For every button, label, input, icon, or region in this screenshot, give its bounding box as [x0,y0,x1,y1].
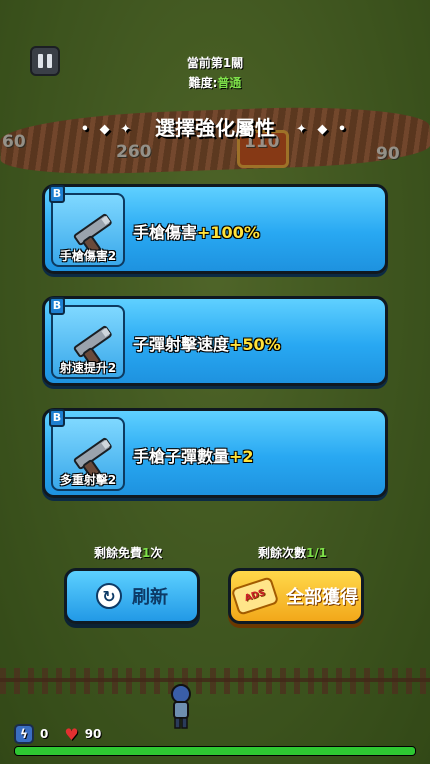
hero-character [171,684,191,729]
ads-ticket-icon: ADS [230,576,280,616]
free-refresh-prefix: 剩餘免費 [94,546,143,560]
grade-badge: B [49,409,65,427]
get-all-button-label: 全部獲得 [286,587,358,608]
difficulty-label: 難度: [188,76,218,90]
card-title: 手槍傷害+100% [133,219,260,243]
free-refresh-counter: 剩餘免費1次 [94,544,162,561]
card-title: 手槍子彈數量+2 [133,443,254,467]
hp-bar [14,746,416,756]
difficulty-value: 普通 [217,76,242,90]
stage-number: 當前第1關 [186,56,244,70]
hp-bar-fill [15,747,415,755]
card-title-text: 子彈射擊速度 [133,335,230,354]
card-bonus: +100% [197,223,260,242]
upgrade-card[interactable]: B 手槍傷害2 手槍傷害+100% [42,184,388,274]
remaining-prefix: 剩餘次數 [258,546,307,560]
card-subtitle: 射速提升2 [59,361,117,375]
page-title: 選擇強化屬性 [155,116,275,140]
remaining-count: 1/1 [306,546,328,560]
energy-value: 0 [40,727,49,741]
get-all-button[interactable]: ADS 全部獲得 [228,568,364,624]
refresh-icon: ↻ [96,583,122,609]
card-bonus: +2 [229,447,254,466]
card-bonus: +50% [229,335,281,354]
grade-badge: B [49,185,65,203]
difficulty: 難度:普通 [0,74,430,91]
refresh-button[interactable]: ↻ 刷新 [64,568,200,624]
card-subtitle: 手槍傷害2 [59,249,117,263]
upgrade-card[interactable]: B 多重射擊2 手槍子彈數量+2 [42,408,388,498]
sparkle-icon: • ◆ ✦ [80,122,135,137]
grade-badge: B [49,297,65,315]
hud: ϟ 0 ♥ 90 [14,724,101,744]
sparkle-icon: ✦ ◆ • [295,122,350,137]
refresh-button-label: 刷新 [132,587,168,608]
hp-value: 90 [84,727,102,741]
heart-icon: ♥ [64,724,79,744]
card-title-text: 手槍子彈數量 [133,447,230,466]
upgrade-card[interactable]: B 射速提升2 子彈射擊速度+50% [42,296,388,386]
card-title: 子彈射擊速度+50% [133,331,281,355]
card-subtitle: 多重射擊2 [59,473,117,487]
card-title-text: 手槍傷害 [133,223,198,242]
page-title-row: • ◆ ✦ 選擇強化屬性 ✦ ◆ • [0,112,430,141]
energy-icon: ϟ [14,724,34,744]
remaining-counter: 剩餘次數1/1 [258,544,327,561]
free-refresh-suffix: 次 [150,546,163,560]
